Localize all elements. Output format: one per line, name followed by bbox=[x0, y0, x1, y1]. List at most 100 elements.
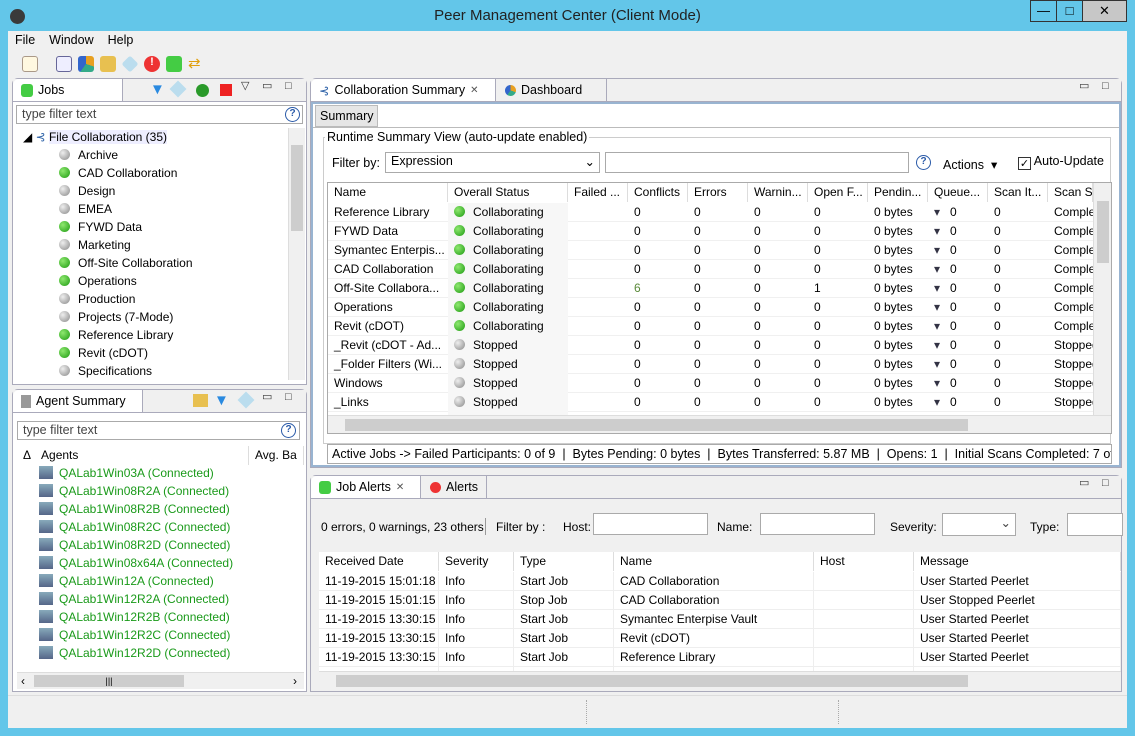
filter-select[interactable]: Expression ⌄ bbox=[385, 152, 600, 173]
column-header[interactable]: Scan It... bbox=[988, 183, 1048, 202]
table-row[interactable]: 11-19-2015 13:30:15 Info Start Job Revit (c… bbox=[319, 629, 1121, 648]
alerts-hscrollbar[interactable] bbox=[319, 671, 1121, 689]
agent-item[interactable]: QALab1Win08R2C (Connected) bbox=[39, 518, 230, 537]
column-avg[interactable]: Avg. Ba bbox=[249, 446, 304, 465]
minimize-button[interactable]: — bbox=[1030, 0, 1057, 22]
tag-icon[interactable] bbox=[237, 391, 255, 409]
table-row[interactable]: Revit (cDOT) Collaborating 0 0 0 0 0 bytes ▾ 0 0 C… bbox=[328, 317, 1093, 336]
tree-item[interactable]: Projects (7-Mode) bbox=[59, 308, 173, 327]
table-row[interactable]: _Folder Filters (Wi... Stopped 0 0 0 0 0 bytes… bbox=[328, 355, 1093, 374]
agent-item[interactable]: QALab1Win12A (Connected) bbox=[39, 572, 214, 591]
tree-item[interactable]: CAD Collaboration bbox=[59, 164, 177, 183]
tree-item[interactable]: Production bbox=[59, 290, 135, 309]
tree-item[interactable]: Design bbox=[59, 182, 115, 201]
filter-text-input[interactable] bbox=[605, 152, 909, 173]
agents-filter-input[interactable]: type filter text bbox=[17, 421, 300, 440]
close-button[interactable]: ✕ bbox=[1082, 0, 1127, 22]
type-input[interactable] bbox=[1067, 513, 1123, 536]
agent-item[interactable]: QALab1Win12R2C (Connected) bbox=[39, 626, 230, 645]
minimize-icon[interactable]: ▭ bbox=[262, 390, 272, 403]
tag-icon[interactable] bbox=[169, 80, 187, 98]
column-header[interactable]: Name bbox=[328, 183, 448, 202]
help-icon[interactable]: ? bbox=[285, 107, 300, 122]
table-row[interactable]: FYWD Data Collaborating 0 0 0 0 0 bytes ▾ 0 0 Comp… bbox=[328, 222, 1093, 241]
minimize-icon[interactable]: ▭ bbox=[262, 79, 272, 92]
column-header[interactable]: Host bbox=[814, 552, 914, 571]
new-window-icon[interactable] bbox=[22, 56, 38, 72]
agent-icon[interactable] bbox=[100, 56, 116, 72]
menu-file[interactable]: File bbox=[8, 31, 42, 51]
table-row[interactable]: 11-19-2015 15:01:15 Info Stop Job CAD Colla… bbox=[319, 591, 1121, 610]
column-header[interactable]: Failed ... bbox=[568, 183, 628, 202]
host-input[interactable] bbox=[593, 513, 708, 535]
agent-item[interactable]: QALab1Win12R2D (Connected) bbox=[39, 644, 230, 663]
help-icon[interactable]: ? bbox=[916, 155, 931, 170]
agents-hscrollbar[interactable]: ‹ ||| › bbox=[17, 672, 304, 689]
agent-icon[interactable] bbox=[193, 394, 208, 407]
agent-item[interactable]: QALab1Win12R2A (Connected) bbox=[39, 590, 229, 609]
tree-item[interactable]: Operations bbox=[59, 272, 137, 291]
maximize-button[interactable]: □ bbox=[1056, 0, 1083, 22]
summary-vscrollbar[interactable] bbox=[1093, 183, 1111, 415]
tree-item[interactable]: Revit (cDOT) bbox=[59, 344, 148, 363]
table-row[interactable]: 11-19-2015 13:30:15 Info Start Job Symantec… bbox=[319, 610, 1121, 629]
jobs-scrollbar[interactable] bbox=[288, 128, 305, 380]
tree-item[interactable]: Off-Site Collaboration bbox=[59, 254, 193, 273]
minimize-icon[interactable]: ▭ bbox=[1079, 476, 1089, 489]
table-row[interactable]: _Revit (cDOT - Ad... Stopped 0 0 0 0 0 bytes ▾ 0… bbox=[328, 336, 1093, 355]
table-row[interactable]: 11-19-2015 15:01:18 Info Start Job CAD Coll… bbox=[319, 572, 1121, 591]
column-header[interactable]: Overall Status bbox=[448, 183, 568, 202]
agent-item[interactable]: QALab1Win08x64A (Connected) bbox=[39, 554, 233, 573]
list-icon[interactable] bbox=[56, 56, 72, 72]
tree-item[interactable]: EMEA bbox=[59, 200, 112, 219]
column-header[interactable]: Pendin... bbox=[868, 183, 928, 202]
column-header[interactable]: Queue... bbox=[928, 183, 988, 202]
agent-item[interactable]: QALab1Win08R2D (Connected) bbox=[39, 536, 230, 555]
table-row[interactable]: Reference Library Collaborating 0 0 0 0 0 byte… bbox=[328, 203, 1093, 222]
severity-select[interactable]: ⌄ bbox=[942, 513, 1016, 536]
table-row[interactable]: _LinksStopped00000 bytes▾00Stopped bbox=[328, 393, 1093, 412]
column-header[interactable]: Warnin... bbox=[748, 183, 808, 202]
agent-item[interactable]: QALab1Win08R2B (Connected) bbox=[39, 500, 230, 519]
close-tab-icon[interactable]: ✕ bbox=[470, 85, 478, 96]
scroll-thumb[interactable] bbox=[345, 419, 968, 431]
view-menu-icon[interactable]: ▽ bbox=[241, 79, 249, 92]
scroll-thumb[interactable] bbox=[291, 145, 303, 231]
start-icon[interactable] bbox=[196, 84, 209, 97]
tree-item[interactable]: Marketing bbox=[59, 236, 131, 255]
agent-item[interactable]: QALab1Win12R2B (Connected) bbox=[39, 608, 230, 627]
column-header[interactable]: Conflicts bbox=[628, 183, 688, 202]
table-row[interactable]: Operations Collaborating 0 0 0 0 0 bytes ▾ 0 0 Com… bbox=[328, 298, 1093, 317]
actions-button[interactable]: Actions ▾ bbox=[943, 157, 997, 172]
help-icon[interactable]: ? bbox=[281, 423, 296, 438]
tag-icon[interactable] bbox=[121, 55, 139, 73]
tab-alerts[interactable]: Alerts bbox=[422, 476, 487, 498]
table-row[interactable]: 11-19-2015 13:30:15 Info Start Job Referenc… bbox=[319, 648, 1121, 667]
agent-item[interactable]: QALab1Win03A (Connected) bbox=[39, 464, 214, 483]
subtab-summary[interactable]: Summary bbox=[315, 105, 379, 127]
name-input[interactable] bbox=[760, 513, 875, 535]
alert-icon[interactable]: ! bbox=[144, 56, 160, 72]
scroll-thumb[interactable] bbox=[1097, 201, 1109, 263]
column-agents[interactable]: Δ Agents bbox=[17, 446, 249, 465]
column-header[interactable]: Errors bbox=[688, 183, 748, 202]
tab-collaboration-summary[interactable]: ⊰ Collaboration Summary ✕ bbox=[311, 79, 496, 101]
close-tab-icon[interactable]: ✕ bbox=[396, 482, 404, 493]
tree-item[interactable]: Archive bbox=[59, 146, 118, 165]
chart-icon[interactable] bbox=[78, 56, 94, 72]
agent-item[interactable]: QALab1Win08R2A (Connected) bbox=[39, 482, 229, 501]
auto-update-checkbox[interactable]: ✓ Auto-Update bbox=[1018, 154, 1104, 170]
tree-root[interactable]: ◢ ⊰ File Collaboration (35) bbox=[23, 128, 168, 147]
column-header[interactable]: Scan Sta bbox=[1048, 183, 1093, 202]
tab-jobs[interactable]: Jobs bbox=[13, 79, 123, 101]
column-header[interactable]: Open F... bbox=[808, 183, 868, 202]
table-row[interactable]: Off-Site Collabora... Collaborating 6 0 0 1 0 … bbox=[328, 279, 1093, 298]
scroll-thumb[interactable]: ||| bbox=[34, 675, 184, 687]
column-header[interactable]: Name bbox=[614, 552, 814, 571]
table-row[interactable]: CAD Collaboration Collaborating 0 0 0 0 0 byte… bbox=[328, 260, 1093, 279]
tree-item[interactable]: FYWD Data bbox=[59, 218, 142, 237]
maximize-icon[interactable]: □ bbox=[1102, 80, 1109, 92]
table-row[interactable]: Symantec Enterpis... Collaborating 0 0 0 0 0 b… bbox=[328, 241, 1093, 260]
maximize-icon[interactable]: □ bbox=[1102, 477, 1109, 489]
column-header[interactable]: Type bbox=[514, 552, 614, 571]
